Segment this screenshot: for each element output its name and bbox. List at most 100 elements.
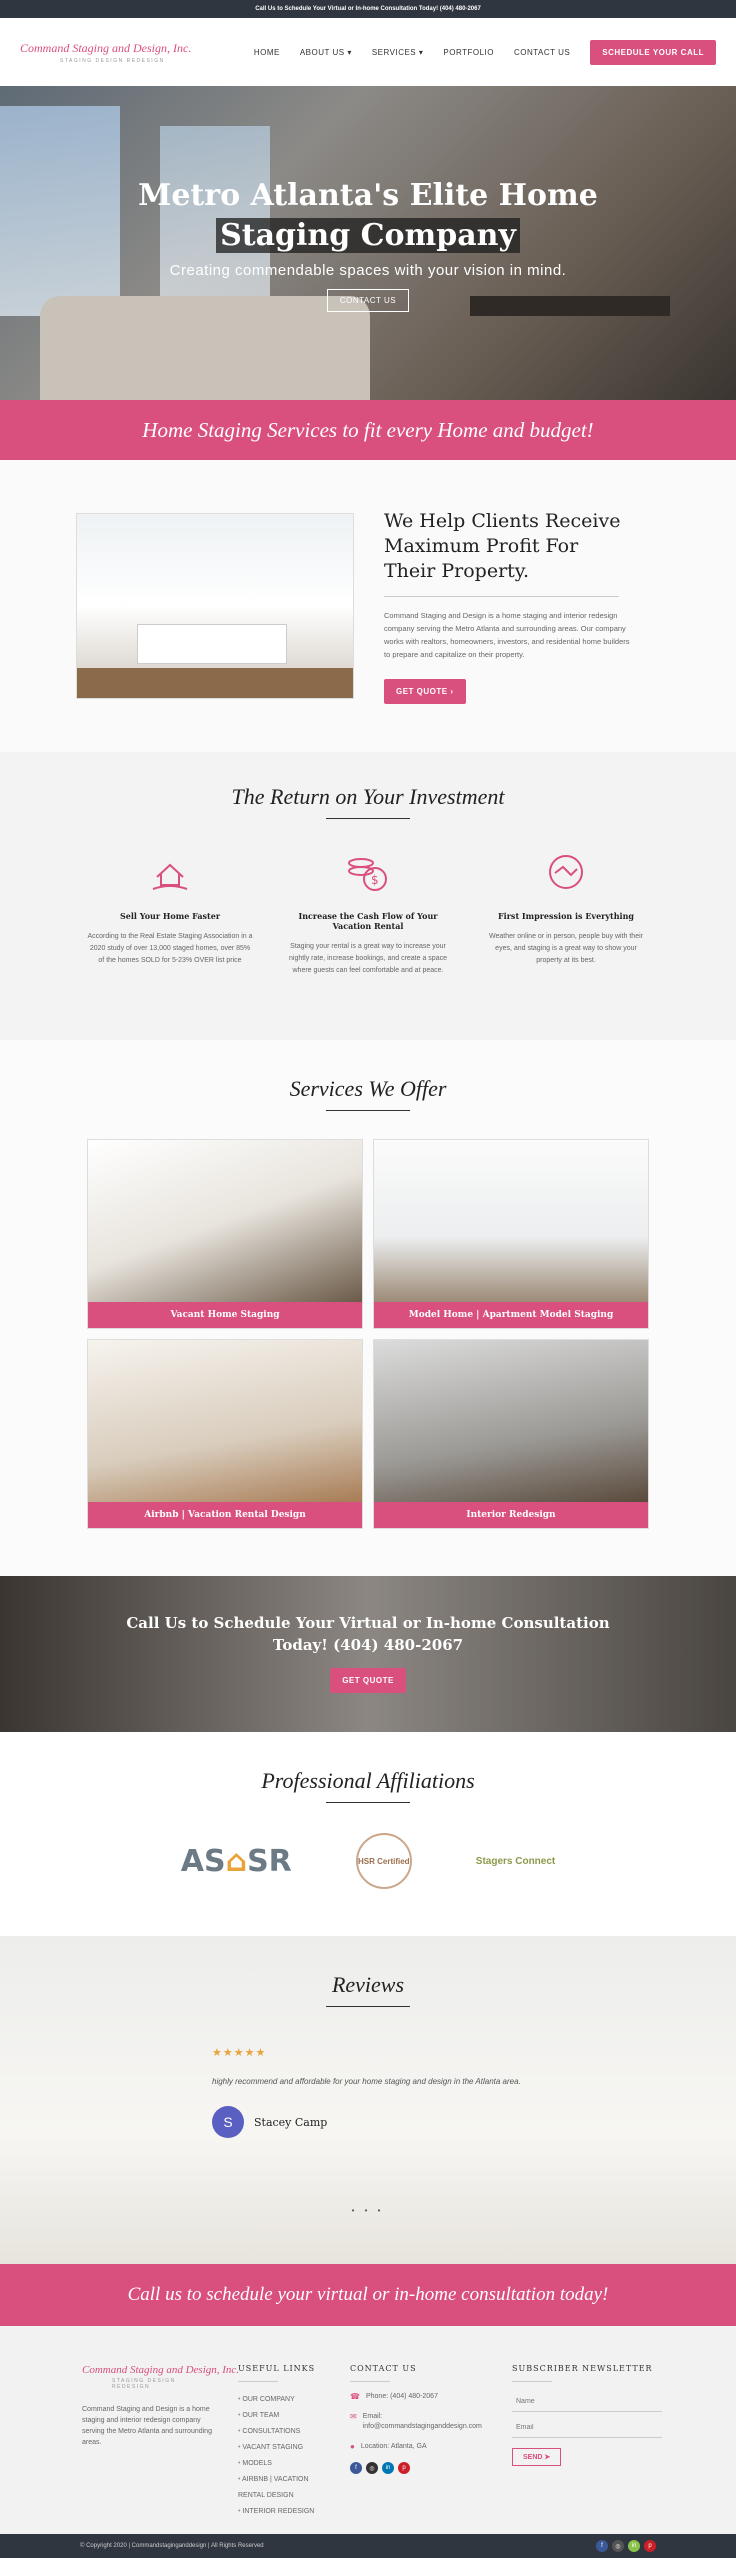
- footer-contact-title: CONTACT US: [350, 2364, 417, 2373]
- facebook-icon[interactable]: f: [596, 2540, 608, 2552]
- footer-about: Command Staging and Design, Inc. STAGING…: [82, 2364, 239, 2534]
- reviews-title: Reviews: [331, 1972, 405, 1997]
- service-card[interactable]: Vacant Home Staging: [87, 1139, 363, 1329]
- phone-text: Phone: (404) 480-2067: [365, 2393, 438, 2400]
- schedule-call-button[interactable]: SCHEDULE YOUR CALL: [590, 39, 716, 65]
- hero-content: Metro Atlanta's Elite Home Staging Compa…: [0, 176, 736, 312]
- copyright-bar: © Copyright 2020 | Commandstaginganddesi…: [0, 2534, 736, 2558]
- review-text: highly recommend and affordable for your…: [212, 2077, 521, 2086]
- footer-logo-text[interactable]: Command Staging and Design, Inc.: [82, 2364, 239, 2376]
- service-label[interactable]: Airbnb | Vacation Rental Design: [88, 1502, 362, 1528]
- handshake-icon: [541, 847, 591, 897]
- intro-body: Command Staging and Design is a home sta…: [384, 610, 630, 659]
- instagram-icon[interactable]: ◎: [366, 2462, 378, 2474]
- instagram-icon[interactable]: ◎: [612, 2540, 624, 2552]
- service-label[interactable]: Interior Redesign: [374, 1502, 648, 1528]
- footer-link[interactable]: VACANT STAGING: [238, 2440, 324, 2456]
- nav-contact-us[interactable]: CONTACT US: [514, 48, 570, 57]
- reviews-section: Reviews ★★★★★ highly recommend and affor…: [0, 1936, 736, 2264]
- footer-link[interactable]: AIRBNB | VACATION RENTAL DESIGN: [238, 2472, 324, 2504]
- kitchen-island-shape: [137, 624, 287, 664]
- site-logo[interactable]: Command Staging and Design, Inc. STAGING…: [20, 29, 192, 75]
- avatar: S: [212, 2106, 244, 2138]
- chevron-down-icon: ▾: [347, 47, 352, 57]
- announcement-text: Call Us to Schedule Your Virtual or In-h…: [255, 6, 481, 12]
- contact-us-button[interactable]: CONTACT US: [326, 289, 410, 312]
- roi-item-title: First Impression is Everything: [498, 911, 634, 921]
- roi-item-body: Staging your rental is a great way to in…: [289, 943, 447, 974]
- newsletter-email-input[interactable]: [512, 2418, 662, 2438]
- footer-about-text: Command Staging and Design is a home sta…: [82, 2406, 212, 2446]
- reviewer: S Stacey Camp: [212, 2106, 532, 2138]
- logo-subtitle: STAGING DESIGN REDESIGN: [60, 57, 165, 64]
- review-card: ★★★★★ highly recommend and affordable fo…: [212, 2046, 532, 2138]
- kitchen-image: [76, 513, 354, 699]
- money-coins-icon: $: [343, 847, 393, 897]
- divider: [238, 2381, 278, 2382]
- newsletter-send-button[interactable]: SEND ➤: [512, 2448, 562, 2466]
- site-header: Command Staging and Design, Inc. STAGING…: [0, 18, 736, 86]
- services-tagline-band: Home Staging Services to fit every Home …: [0, 400, 736, 460]
- service-card[interactable]: Airbnb | Vacation Rental Design: [87, 1339, 363, 1529]
- nav-home[interactable]: HOME: [254, 48, 280, 57]
- hsr-certified-logo: HSR Certified: [355, 1833, 412, 1889]
- house-hand-icon: [145, 847, 195, 897]
- chevron-down-icon: ▾: [418, 47, 424, 57]
- nav-about-us-label: ABOUT US: [299, 47, 345, 57]
- newsletter-name-input[interactable]: [512, 2392, 662, 2412]
- nav-portfolio[interactable]: PORTFOLIO: [443, 48, 494, 57]
- house-logo-icon: ⌂: [225, 1843, 248, 1879]
- kitchen-floor-shape: [77, 668, 353, 698]
- footer-useful-links: USEFUL LINKS OUR COMPANY OUR TEAM CONSUL…: [238, 2364, 324, 2534]
- services-title: Services We Offer: [289, 1076, 447, 1101]
- nav-services[interactable]: SERVICES ▾: [372, 48, 424, 57]
- affiliation-logos: AS⌂SR HSR Certified Stagers Connect: [0, 1833, 736, 1889]
- roi-item-body: According to the Real Estate Staging Ass…: [87, 933, 253, 964]
- affiliations-title: Professional Affiliations: [261, 1768, 475, 1793]
- cta-get-quote-button[interactable]: GET QUOTE: [330, 1668, 406, 1693]
- chevron-right-icon: ›: [450, 686, 454, 696]
- logo-text: Command Staging and Design, Inc.: [20, 40, 192, 55]
- roi-item-title: Sell Your Home Faster: [119, 911, 221, 921]
- tagline-text: Home Staging Services to fit every Home …: [142, 417, 594, 442]
- linkedin-icon[interactable]: in: [382, 2462, 394, 2474]
- footer-link[interactable]: INTERIOR REDESIGN: [238, 2504, 324, 2520]
- newsletter-title: SUBSCRIBER NEWSLETTER: [512, 2364, 653, 2373]
- get-quote-label: GET QUOTE: [396, 686, 448, 696]
- asosr-logo: AS⌂SR: [181, 1844, 292, 1879]
- copyright-text: © Copyright 2020 | Commandstaginganddesi…: [80, 2543, 264, 2549]
- footer-logo-subtitle: STAGING DESIGN REDESIGN: [112, 2378, 176, 2390]
- get-quote-button[interactable]: GET QUOTE ›: [384, 678, 466, 704]
- divider: [326, 1110, 410, 1111]
- service-card[interactable]: Model Home | Apartment Model Staging: [373, 1139, 649, 1329]
- roi-item: $ Increase the Cash Flow of Your Vacatio…: [284, 847, 452, 977]
- facebook-icon[interactable]: f: [350, 2462, 362, 2474]
- footer-link[interactable]: OUR COMPANY: [238, 2392, 324, 2408]
- divider: [350, 2381, 390, 2382]
- pinterest-icon[interactable]: p: [644, 2540, 656, 2552]
- hero-title-line1: Metro Atlanta's Elite Home: [138, 178, 598, 213]
- service-label[interactable]: Vacant Home Staging: [88, 1302, 362, 1328]
- nav-about-us[interactable]: ABOUT US ▾: [300, 48, 352, 57]
- carousel-dots[interactable]: • • •: [0, 2206, 736, 2215]
- cta-line2: Today! (404) 480-2067: [272, 1636, 464, 1654]
- service-image: [374, 1140, 648, 1302]
- pinterest-icon[interactable]: p: [398, 2462, 410, 2474]
- service-card[interactable]: Interior Redesign: [373, 1339, 649, 1529]
- schedule-band-text: Call us to schedule your virtual or in-h…: [127, 2284, 609, 2305]
- linkedin-icon[interactable]: in: [628, 2540, 640, 2552]
- footer-link[interactable]: MODELS: [238, 2456, 324, 2472]
- footer-link[interactable]: CONSULTATIONS: [238, 2424, 324, 2440]
- service-label[interactable]: Model Home | Apartment Model Staging: [374, 1302, 648, 1328]
- send-label: SEND: [523, 2454, 543, 2461]
- roi-item-body: Weather online or in person, people buy …: [489, 933, 643, 964]
- asosr-logo-b: SR: [247, 1843, 292, 1879]
- reviewer-name: Stacey Camp: [254, 2115, 328, 2129]
- divider: [326, 2006, 410, 2007]
- footer-link[interactable]: OUR TEAM: [238, 2408, 324, 2424]
- contact-phone[interactable]: ☎ Phone: (404) 480-2067: [350, 2392, 486, 2402]
- intro-text: We Help Clients Receive Maximum Profit F…: [384, 509, 634, 704]
- footer-links-title: USEFUL LINKS: [238, 2364, 316, 2373]
- hero-subtitle: Creating commendable spaces with your vi…: [169, 262, 567, 279]
- contact-email[interactable]: ✉ Email: info@commandstaginganddesign.com: [350, 2412, 486, 2432]
